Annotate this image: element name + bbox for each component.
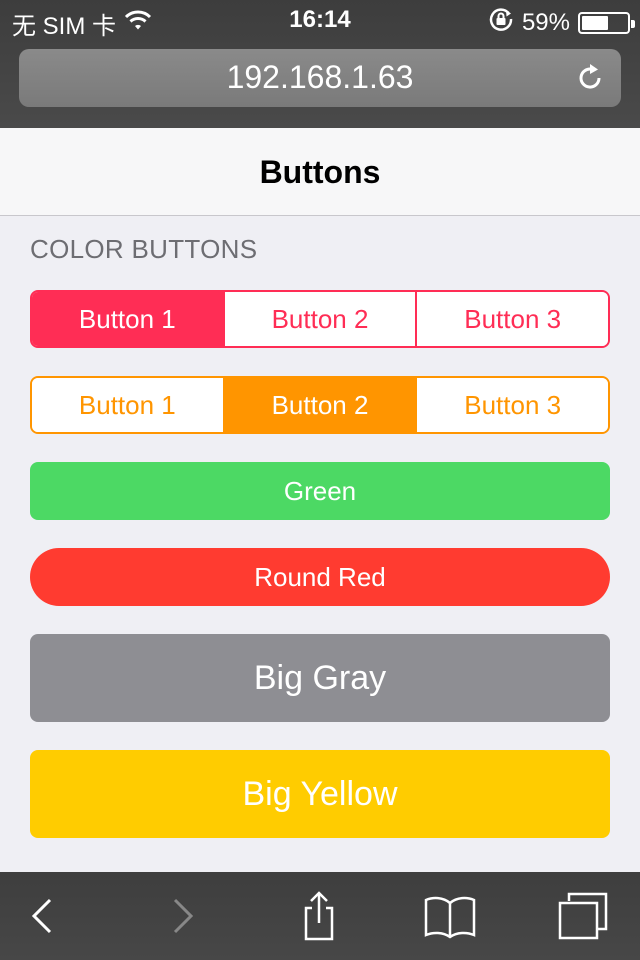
bottom-toolbar (0, 872, 640, 960)
bookmarks-icon[interactable] (422, 890, 478, 942)
battery-tip (631, 19, 635, 28)
green-button[interactable]: Green (30, 462, 610, 520)
battery-percent: 59% (521, 8, 570, 36)
share-icon[interactable] (291, 890, 347, 942)
section-title: COLOR BUTTONS (30, 234, 258, 264)
browser-chrome: 无 SIM 卡 16:14 59% 192.168.1.63 (0, 0, 640, 128)
reload-icon[interactable] (573, 61, 607, 95)
status-bar: 无 SIM 卡 16:14 59% (0, 0, 640, 40)
navigation-bar: Buttons (0, 128, 640, 216)
orange-segment-2[interactable]: Button 2 (222, 378, 416, 432)
pink-segment-1[interactable]: Button 1 (32, 292, 223, 346)
pink-segmented-control: Button 1 Button 2 Button 3 (30, 290, 610, 348)
orange-segment-3[interactable]: Button 3 (415, 378, 608, 432)
orange-segment-1[interactable]: Button 1 (32, 378, 223, 432)
forward-icon[interactable] (154, 890, 210, 942)
back-icon[interactable] (15, 890, 71, 942)
orange-segmented-control: Button 1 Button 2 Button 3 (30, 376, 610, 434)
round-red-button[interactable]: Round Red (30, 548, 610, 606)
big-gray-button[interactable]: Big Gray (30, 634, 610, 722)
url-bar[interactable]: 192.168.1.63 (19, 49, 621, 107)
battery-icon (578, 11, 635, 34)
page-title: Buttons (259, 154, 381, 190)
big-yellow-button[interactable]: Big Yellow (30, 750, 610, 838)
battery-level (582, 15, 608, 30)
rotation-lock-icon (488, 6, 514, 39)
pink-segment-3[interactable]: Button 3 (415, 292, 608, 346)
url-text[interactable]: 192.168.1.63 (19, 59, 621, 96)
tabs-icon[interactable] (555, 890, 611, 942)
status-right: 59% (488, 6, 635, 39)
pink-segment-2[interactable]: Button 2 (222, 292, 416, 346)
